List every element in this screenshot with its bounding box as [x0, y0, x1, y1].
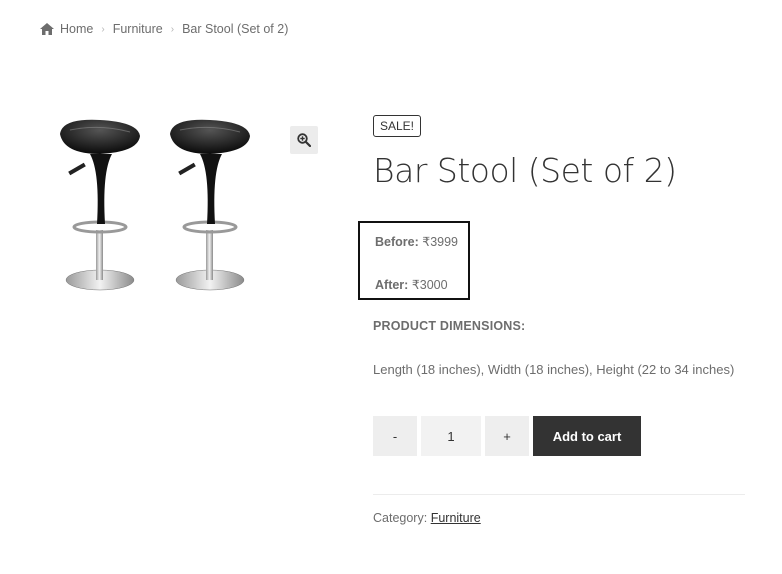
price-after-label: After:: [375, 278, 409, 292]
product-image[interactable]: [40, 112, 326, 312]
dimensions-heading: PRODUCT DIMENSIONS:: [373, 319, 526, 333]
category-label: Category:: [373, 511, 428, 525]
zoom-in-icon: [297, 133, 311, 147]
price-box: Before: ₹3999 After: ₹3000: [358, 221, 470, 300]
breadcrumb-current: Bar Stool (Set of 2): [182, 22, 289, 36]
dimensions-text: Length (18 inches), Width (18 inches), H…: [373, 362, 735, 377]
quantity-decrease-button[interactable]: -: [373, 416, 417, 456]
breadcrumb: Home › Furniture › Bar Stool (Set of 2): [40, 22, 288, 36]
add-to-cart-form: - + Add to cart: [373, 416, 641, 456]
price-after: After: ₹3000: [375, 277, 448, 292]
add-to-cart-button[interactable]: Add to cart: [533, 416, 641, 456]
price-after-value: ₹3000: [411, 278, 448, 292]
chevron-right-icon: ›: [101, 23, 105, 35]
price-before-value: ₹3999: [422, 235, 459, 249]
bar-stools-image: [60, 119, 250, 291]
zoom-button[interactable]: [290, 126, 318, 154]
chevron-right-icon: ›: [170, 23, 175, 35]
product-meta: Category: Furniture: [373, 511, 481, 525]
price-before-label: Before:: [375, 235, 419, 249]
product-title: Bar Stool (Set of 2): [373, 151, 677, 190]
product-summary: SALE! Bar Stool (Set of 2): [373, 115, 753, 191]
sale-badge: SALE!: [373, 115, 422, 137]
breadcrumb-category-link[interactable]: Furniture: [113, 22, 163, 36]
quantity-increase-button[interactable]: +: [485, 416, 529, 456]
divider: [373, 494, 745, 495]
breadcrumb-home-link[interactable]: Home: [60, 22, 93, 36]
home-icon: [40, 23, 54, 35]
quantity-input[interactable]: [421, 416, 481, 456]
category-link[interactable]: Furniture: [431, 511, 481, 525]
price-before: Before: ₹3999: [375, 234, 458, 249]
